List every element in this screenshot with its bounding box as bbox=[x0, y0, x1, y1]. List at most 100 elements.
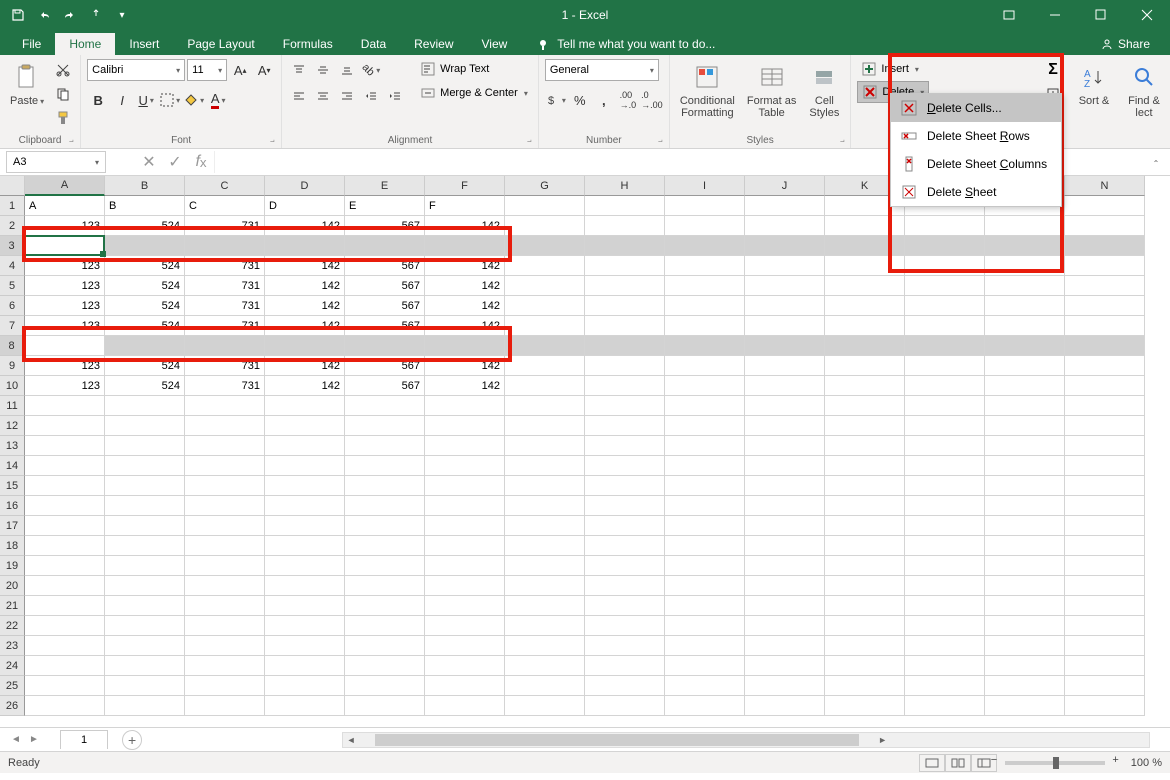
col-header-H[interactable]: H bbox=[585, 176, 665, 196]
cell-L20[interactable] bbox=[905, 576, 985, 596]
cell-H14[interactable] bbox=[585, 456, 665, 476]
cell-J21[interactable] bbox=[745, 596, 825, 616]
cell-N4[interactable] bbox=[1065, 256, 1145, 276]
format-as-table-button[interactable]: Format as Table bbox=[743, 59, 801, 121]
format-painter-icon[interactable] bbox=[52, 107, 74, 129]
cell-A24[interactable] bbox=[25, 656, 105, 676]
cell-N16[interactable] bbox=[1065, 496, 1145, 516]
row-header-13[interactable]: 13 bbox=[0, 436, 25, 456]
redo-icon[interactable] bbox=[58, 3, 82, 27]
cell-F13[interactable] bbox=[425, 436, 505, 456]
cell-F25[interactable] bbox=[425, 676, 505, 696]
cell-E26[interactable] bbox=[345, 696, 425, 716]
row-header-16[interactable]: 16 bbox=[0, 496, 25, 516]
cell-J25[interactable] bbox=[745, 676, 825, 696]
cell-L3[interactable] bbox=[905, 236, 985, 256]
cell-J24[interactable] bbox=[745, 656, 825, 676]
cell-H15[interactable] bbox=[585, 476, 665, 496]
cell-I12[interactable] bbox=[665, 416, 745, 436]
cell-G25[interactable] bbox=[505, 676, 585, 696]
cell-J16[interactable] bbox=[745, 496, 825, 516]
cell-E6[interactable]: 567 bbox=[345, 296, 425, 316]
cell-A1[interactable]: A bbox=[25, 196, 105, 216]
cell-J3[interactable] bbox=[745, 236, 825, 256]
cell-F26[interactable] bbox=[425, 696, 505, 716]
cell-C7[interactable]: 731 bbox=[185, 316, 265, 336]
cell-G24[interactable] bbox=[505, 656, 585, 676]
cell-L17[interactable] bbox=[905, 516, 985, 536]
cell-A19[interactable] bbox=[25, 556, 105, 576]
cell-J10[interactable] bbox=[745, 376, 825, 396]
cell-B7[interactable]: 524 bbox=[105, 316, 185, 336]
cell-I14[interactable] bbox=[665, 456, 745, 476]
cell-M21[interactable] bbox=[985, 596, 1065, 616]
tab-data[interactable]: Data bbox=[347, 33, 400, 55]
cell-K16[interactable] bbox=[825, 496, 905, 516]
cell-C4[interactable]: 731 bbox=[185, 256, 265, 276]
cell-E20[interactable] bbox=[345, 576, 425, 596]
col-header-E[interactable]: E bbox=[345, 176, 425, 196]
cell-A21[interactable] bbox=[25, 596, 105, 616]
cell-H3[interactable] bbox=[585, 236, 665, 256]
cell-N25[interactable] bbox=[1065, 676, 1145, 696]
cell-D19[interactable] bbox=[265, 556, 345, 576]
cell-F6[interactable]: 142 bbox=[425, 296, 505, 316]
cell-F3[interactable] bbox=[425, 236, 505, 256]
cell-I6[interactable] bbox=[665, 296, 745, 316]
cell-I11[interactable] bbox=[665, 396, 745, 416]
cell-I1[interactable] bbox=[665, 196, 745, 216]
cancel-formula-icon[interactable]: ✕ bbox=[136, 151, 162, 173]
cell-B16[interactable] bbox=[105, 496, 185, 516]
font-size-select[interactable]: 11▾ bbox=[187, 59, 227, 81]
cell-K3[interactable] bbox=[825, 236, 905, 256]
cell-N13[interactable] bbox=[1065, 436, 1145, 456]
cell-G2[interactable] bbox=[505, 216, 585, 236]
cell-J8[interactable] bbox=[745, 336, 825, 356]
cell-C16[interactable] bbox=[185, 496, 265, 516]
cell-D15[interactable] bbox=[265, 476, 345, 496]
underline-button[interactable]: U▾ bbox=[135, 89, 157, 111]
sheet-nav-next[interactable]: ► bbox=[26, 732, 42, 748]
add-sheet-button[interactable]: + bbox=[122, 730, 142, 750]
row-header-3[interactable]: 3 bbox=[0, 236, 25, 256]
cell-M12[interactable] bbox=[985, 416, 1065, 436]
cell-N11[interactable] bbox=[1065, 396, 1145, 416]
increase-indent-icon[interactable] bbox=[384, 85, 406, 107]
conditional-formatting-button[interactable]: Conditional Formatting bbox=[676, 59, 739, 121]
cell-C6[interactable]: 731 bbox=[185, 296, 265, 316]
cell-H8[interactable] bbox=[585, 336, 665, 356]
menu-delete-columns[interactable]: Delete Sheet Columns bbox=[891, 150, 1061, 178]
decrease-indent-icon[interactable] bbox=[360, 85, 382, 107]
cell-J6[interactable] bbox=[745, 296, 825, 316]
cell-A13[interactable] bbox=[25, 436, 105, 456]
cell-H10[interactable] bbox=[585, 376, 665, 396]
cell-K25[interactable] bbox=[825, 676, 905, 696]
zoom-level[interactable]: 100 % bbox=[1131, 757, 1162, 769]
cell-C11[interactable] bbox=[185, 396, 265, 416]
autosum-icon[interactable]: Σ bbox=[1042, 59, 1064, 81]
maximize-button[interactable] bbox=[1078, 0, 1124, 30]
cell-D2[interactable]: 142 bbox=[265, 216, 345, 236]
cell-G12[interactable] bbox=[505, 416, 585, 436]
cell-D14[interactable] bbox=[265, 456, 345, 476]
cell-I16[interactable] bbox=[665, 496, 745, 516]
cell-F9[interactable]: 142 bbox=[425, 356, 505, 376]
cell-B21[interactable] bbox=[105, 596, 185, 616]
cell-N21[interactable] bbox=[1065, 596, 1145, 616]
menu-delete-cells[interactable]: DDelete Cells...elete Cells... bbox=[891, 94, 1061, 122]
cell-I25[interactable] bbox=[665, 676, 745, 696]
tab-pagelayout[interactable]: Page Layout bbox=[173, 33, 268, 55]
cell-E25[interactable] bbox=[345, 676, 425, 696]
cell-C17[interactable] bbox=[185, 516, 265, 536]
collapse-ribbon-icon[interactable]: ⌃ bbox=[1140, 153, 1170, 171]
cell-E10[interactable]: 567 bbox=[345, 376, 425, 396]
cell-D18[interactable] bbox=[265, 536, 345, 556]
cell-C15[interactable] bbox=[185, 476, 265, 496]
cell-A6[interactable]: 123 bbox=[25, 296, 105, 316]
cell-M22[interactable] bbox=[985, 616, 1065, 636]
cell-L14[interactable] bbox=[905, 456, 985, 476]
cell-J5[interactable] bbox=[745, 276, 825, 296]
cell-J20[interactable] bbox=[745, 576, 825, 596]
cell-D26[interactable] bbox=[265, 696, 345, 716]
cell-K24[interactable] bbox=[825, 656, 905, 676]
